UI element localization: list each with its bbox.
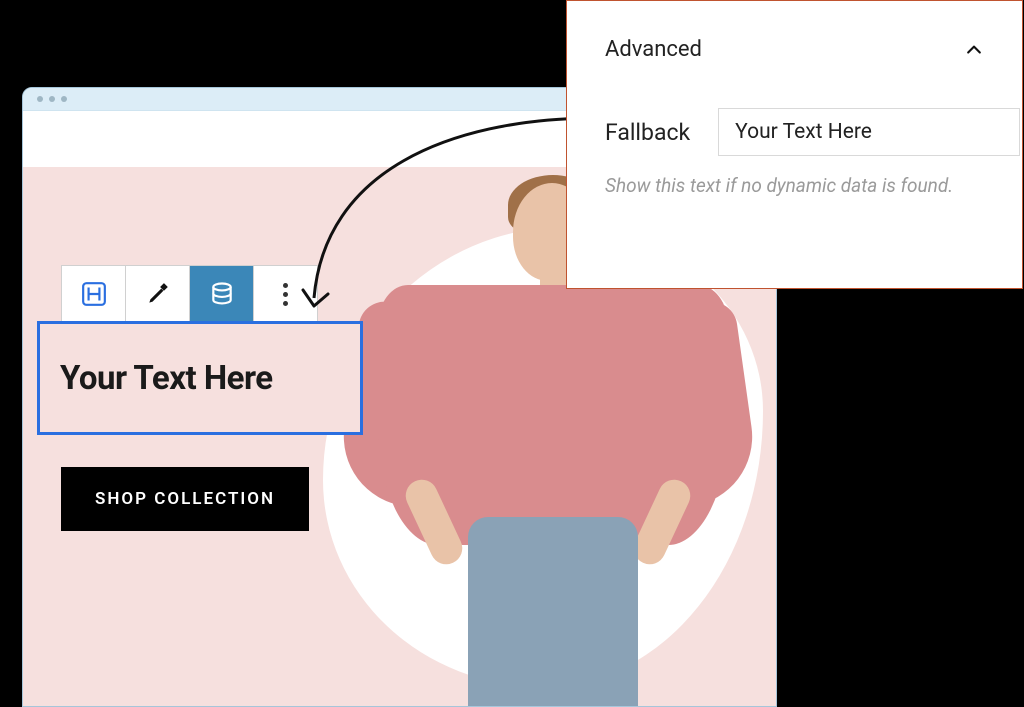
advanced-settings-panel: Advanced Fallback Show this text if no d… [566,0,1023,289]
more-icon [283,283,288,306]
heading-text: Your Text Here [60,359,273,398]
fallback-input[interactable] [718,108,1020,156]
dynamic-data-button[interactable] [190,266,254,322]
heading-block-icon [81,281,107,307]
fallback-help-text: Show this text if no dynamic data is fou… [605,174,984,197]
heading-block-button[interactable] [62,266,126,322]
window-dot [61,96,67,102]
shop-button-label: SHOP COLLECTION [95,489,275,509]
advanced-section-title: Advanced [605,37,702,62]
shop-collection-button[interactable]: SHOP COLLECTION [61,467,309,531]
fallback-label: Fallback [605,119,690,146]
style-button[interactable] [126,266,190,322]
block-toolbar [61,265,318,323]
window-dot [49,96,55,102]
window-dot [37,96,43,102]
paint-icon [145,281,171,307]
chevron-up-icon [964,40,984,60]
advanced-section-toggle[interactable]: Advanced [605,37,984,62]
more-options-button[interactable] [254,266,317,322]
database-icon [209,281,235,307]
heading-block-selected[interactable]: Your Text Here [37,321,363,435]
